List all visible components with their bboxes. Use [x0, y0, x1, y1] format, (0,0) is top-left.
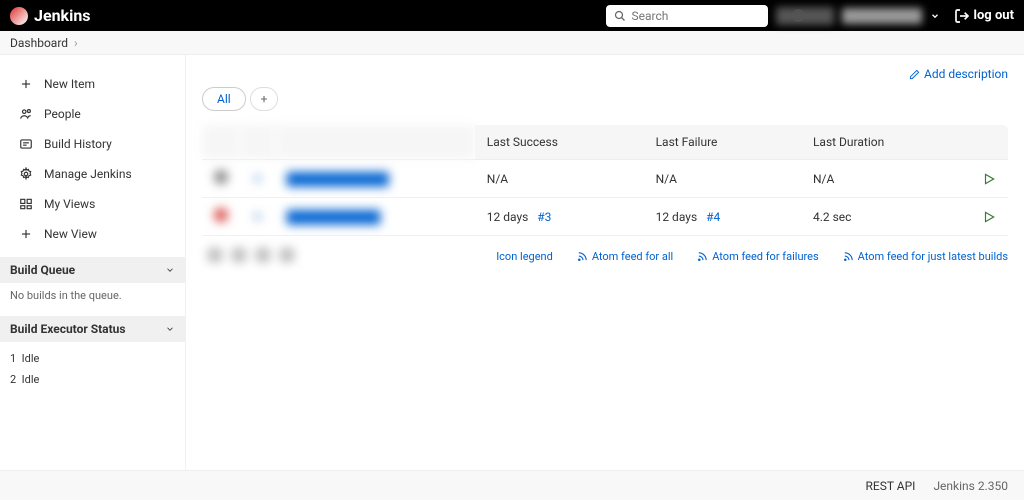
feeds-bar: Icon legend Atom feed for all Atom feed … — [496, 250, 1008, 263]
chevron-down-icon — [165, 265, 175, 275]
chevron-down-icon[interactable] — [930, 11, 940, 21]
weather-icon: ☀ — [252, 210, 263, 224]
col-build — [970, 125, 1008, 160]
table-row: ☀ ███████████ 12 days #3 12 days #4 4.2 … — [202, 198, 1008, 236]
brand-name: Jenkins — [34, 6, 91, 25]
last-success-value: N/A — [487, 172, 508, 186]
status-icon — [214, 208, 228, 222]
logout-label: log out — [974, 8, 1014, 23]
build-now-button[interactable] — [982, 172, 996, 186]
last-failure-value: 12 days — [656, 210, 698, 224]
sidebar-item-my-views[interactable]: My Views — [0, 189, 185, 219]
search-box[interactable] — [606, 5, 768, 27]
gear-icon — [18, 166, 34, 182]
version-label: Jenkins 2.350 — [933, 479, 1008, 493]
search-input[interactable] — [632, 9, 788, 23]
executor-row: 2 Idle — [10, 369, 175, 390]
tab-add[interactable]: + — [250, 87, 279, 111]
sidebar-item-label: People — [44, 107, 81, 121]
job-name-link[interactable]: ███████████ — [287, 210, 381, 224]
executor-status-panel: Build Executor Status 1 Idle 2 Idle — [0, 316, 185, 396]
pencil-icon — [909, 69, 920, 80]
chevron-right-icon: › — [74, 36, 78, 50]
sidebar-item-build-history[interactable]: Build History — [0, 129, 185, 159]
rss-icon — [577, 251, 588, 262]
executor-row: 1 Idle — [10, 348, 175, 369]
plus-icon — [18, 226, 34, 242]
sidebar-item-new-view[interactable]: New View — [0, 219, 185, 249]
sidebar-item-new-item[interactable]: New Item — [0, 69, 185, 99]
atom-feed-latest[interactable]: Atom feed for just latest builds — [843, 250, 1008, 263]
rest-api-link[interactable]: REST API — [866, 479, 916, 493]
sidebar-item-label: Manage Jenkins — [44, 167, 132, 181]
add-description-label: Add description — [924, 67, 1008, 81]
build-queue-title: Build Queue — [10, 263, 75, 277]
icon-legend-link[interactable]: Icon legend — [496, 250, 553, 263]
rss-icon — [843, 251, 854, 262]
sidebar-item-people[interactable]: People — [0, 99, 185, 129]
plus-icon — [18, 76, 34, 92]
job-name-link[interactable]: ████████████ — [287, 172, 389, 186]
sidebar-item-label: New Item — [44, 77, 95, 91]
executor-status-title: Build Executor Status — [10, 322, 126, 336]
sidebar-item-label: Build History — [44, 137, 112, 151]
col-status[interactable] — [202, 125, 240, 160]
icon-size-picker[interactable] — [202, 248, 294, 262]
last-duration-value: N/A — [813, 172, 834, 186]
build-link[interactable]: #3 — [537, 210, 551, 224]
jenkins-logo-icon — [10, 7, 28, 25]
user-area[interactable] — [776, 7, 922, 25]
logout-icon — [954, 8, 970, 24]
build-link[interactable]: #4 — [706, 210, 720, 224]
jobs-table: Last Success Last Failure Last Duration … — [202, 125, 1008, 236]
chevron-down-icon — [165, 324, 175, 334]
views-icon — [18, 196, 34, 212]
atom-feed-all[interactable]: Atom feed for all — [577, 250, 673, 263]
search-icon — [614, 10, 626, 22]
executor-status-header[interactable]: Build Executor Status — [0, 316, 185, 342]
executor-status-body: 1 Idle 2 Idle — [0, 342, 185, 396]
col-weather[interactable] — [240, 125, 275, 160]
last-duration-value: 4.2 sec — [813, 210, 851, 224]
logout-button[interactable]: log out — [954, 8, 1014, 24]
weather-icon: ☀ — [252, 172, 263, 186]
build-now-button[interactable] — [982, 210, 996, 224]
col-last-success[interactable]: Last Success — [475, 125, 644, 160]
sidebar-item-manage[interactable]: Manage Jenkins — [0, 159, 185, 189]
tab-all[interactable]: All — [202, 87, 246, 111]
col-name[interactable] — [275, 125, 475, 160]
footer: REST API Jenkins 2.350 — [0, 470, 1024, 500]
last-failure-value: N/A — [656, 172, 677, 186]
last-success-value: 12 days — [487, 210, 529, 224]
main-content: Add description All + Last Success Last … — [186, 55, 1024, 470]
atom-feed-failures[interactable]: Atom feed for failures — [697, 250, 818, 263]
add-description-button[interactable]: Add description — [909, 67, 1008, 81]
rss-icon — [697, 251, 708, 262]
sidebar-item-label: New View — [44, 227, 97, 241]
people-icon — [18, 106, 34, 122]
status-icon — [214, 170, 228, 184]
build-queue-body: No builds in the queue. — [0, 283, 185, 308]
view-tabs: All + — [202, 87, 1008, 111]
logo[interactable]: Jenkins — [10, 6, 91, 25]
header: Jenkins log out — [0, 0, 1024, 31]
build-queue-panel: Build Queue No builds in the queue. — [0, 257, 185, 308]
col-last-failure[interactable]: Last Failure — [644, 125, 801, 160]
sidebar: New Item People Build History Manage Jen… — [0, 55, 186, 470]
col-last-duration[interactable]: Last Duration — [801, 125, 970, 160]
breadcrumb-dashboard[interactable]: Dashboard — [10, 36, 68, 50]
build-queue-header[interactable]: Build Queue — [0, 257, 185, 283]
history-icon — [18, 136, 34, 152]
breadcrumb: Dashboard › — [0, 31, 1024, 55]
sidebar-item-label: My Views — [44, 197, 95, 211]
table-row: ☀ ████████████ N/A N/A N/A — [202, 160, 1008, 198]
